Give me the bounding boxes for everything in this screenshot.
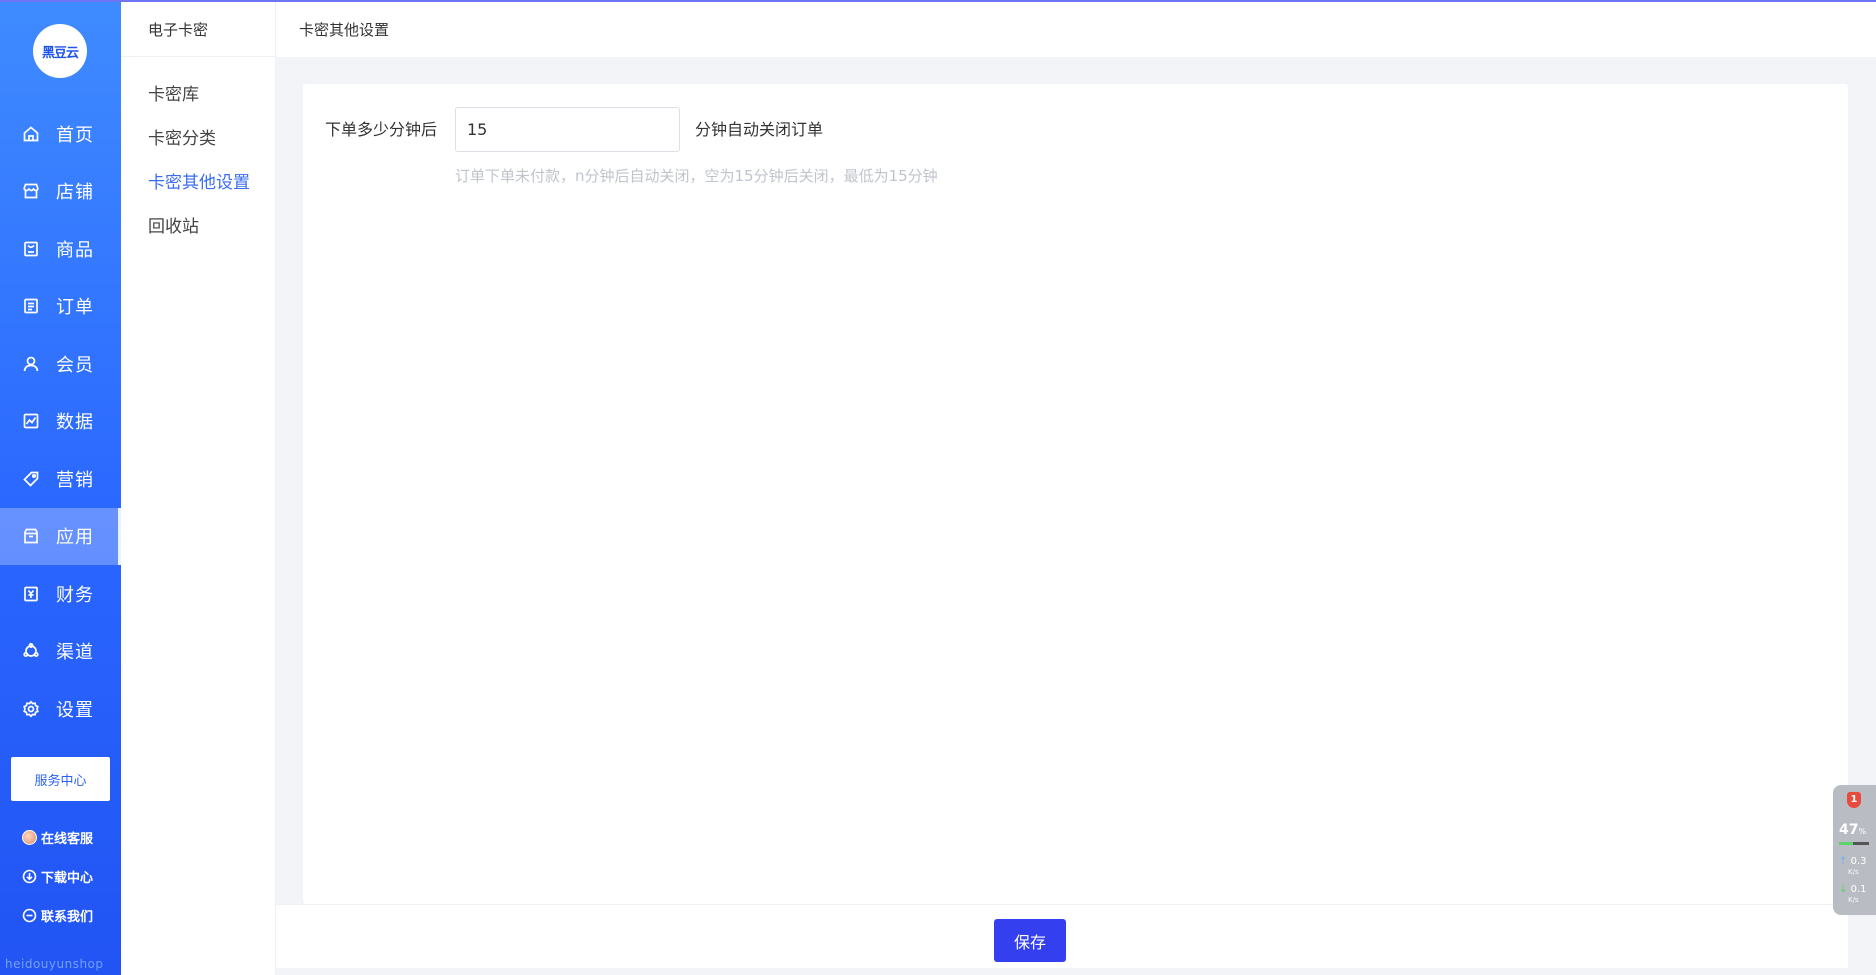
close-minutes-suffix: 分钟自动关闭订单: [695, 120, 824, 139]
nav-item-marketing[interactable]: 营销: [0, 450, 121, 508]
contact-us-link[interactable]: 联系我们: [0, 896, 121, 935]
nav-item-order[interactable]: 订单: [0, 278, 121, 336]
cpu-percent-value: 47: [1839, 822, 1859, 838]
secondary-sidebar: 电子卡密 卡密库 卡密分类 卡密其他设置 回收站: [121, 2, 276, 975]
contact-icon: [22, 908, 37, 923]
upload-arrow-icon: ↑: [1839, 856, 1848, 867]
nav-item-channel[interactable]: 渠道: [0, 623, 121, 681]
home-icon: [22, 125, 40, 143]
nav-item-store[interactable]: 店铺: [0, 163, 121, 221]
nav-label: 首页: [56, 124, 94, 146]
bottom-links: 在线客服 下载中心 联系我们: [0, 818, 121, 935]
close-minutes-hint: 订单下单未付款，n分钟后自动关闭，空为15分钟后关闭，最低为15分钟: [455, 167, 938, 185]
subnav-item-card-library[interactable]: 卡密库: [121, 70, 275, 114]
page-header: 卡密其他设置: [276, 2, 1876, 57]
cpu-bar-fill: [1839, 842, 1854, 845]
watermark: heidouyunshop: [5, 957, 104, 971]
gear-icon: [22, 700, 40, 718]
logo[interactable]: 黑豆云: [33, 24, 87, 78]
close-minutes-label: 下单多少分钟后: [325, 120, 438, 139]
logo-text: 黑豆云: [41, 45, 79, 61]
subnav-item-card-settings[interactable]: 卡密其他设置: [121, 158, 275, 202]
nav-item-home[interactable]: 首页: [0, 105, 121, 163]
system-monitor-widget[interactable]: 1 47% ↑ 0.3 K/s ↓ 0.1 K/s: [1833, 785, 1876, 915]
nav-label: 会员: [56, 354, 94, 376]
subnav-list: 卡密库 卡密分类 卡密其他设置 回收站: [121, 57, 275, 246]
upload-value: 0.3: [1850, 856, 1867, 867]
download-center-link[interactable]: 下载中心: [0, 857, 121, 896]
nav-label: 订单: [56, 297, 94, 319]
goods-icon: [22, 240, 40, 258]
settings-card: [303, 84, 1848, 904]
download-arrow-icon: ↓: [1839, 884, 1848, 895]
service-center-button[interactable]: 服务中心: [11, 757, 110, 801]
cpu-bar: [1839, 842, 1869, 845]
subnav-item-recycle-bin[interactable]: 回收站: [121, 202, 275, 246]
download-speed: ↓ 0.1 K/s: [1839, 885, 1866, 905]
upload-speed: ↑ 0.3 K/s: [1839, 857, 1866, 877]
nav-label: 店铺: [56, 182, 94, 204]
nav-item-data[interactable]: 数据: [0, 393, 121, 451]
finance-icon: [22, 585, 40, 603]
channel-icon: [22, 642, 40, 660]
subnav-title: 电子卡密: [121, 2, 275, 57]
nav-label: 应用: [56, 527, 94, 549]
nav-label: 商品: [56, 239, 94, 261]
nav-label: 营销: [56, 469, 94, 491]
store-icon: [22, 182, 40, 200]
download-center-label: 下载中心: [41, 871, 94, 886]
download-icon: [22, 869, 37, 884]
nav-label: 财务: [56, 584, 94, 606]
contact-us-label: 联系我们: [41, 910, 94, 925]
member-icon: [22, 355, 40, 373]
cpu-percent-unit: %: [1858, 827, 1867, 836]
page-title: 卡密其他设置: [299, 21, 390, 39]
nav-item-finance[interactable]: 财务: [0, 565, 121, 623]
download-unit: K/s: [1848, 896, 1859, 904]
shield-badge-icon: 1: [1847, 792, 1861, 808]
subnav-item-card-category[interactable]: 卡密分类: [121, 114, 275, 158]
nav-item-member[interactable]: 会员: [0, 335, 121, 393]
main-nav: 首页 店铺 商品 订单 会员 数据 营销 应用 财务 渠道 设置: [0, 105, 121, 738]
app-icon: [22, 527, 40, 545]
online-service-link[interactable]: 在线客服: [0, 818, 121, 857]
save-button[interactable]: 保存: [994, 919, 1066, 962]
nav-item-settings[interactable]: 设置: [0, 680, 121, 738]
tag-icon: [22, 470, 40, 488]
avatar-icon: [22, 830, 37, 845]
cpu-percent: 47%: [1839, 822, 1866, 838]
data-icon: [22, 412, 40, 430]
close-minutes-input[interactable]: [455, 107, 680, 152]
main-sidebar: 黑豆云 首页 店铺 商品 订单 会员 数据 营销 应用 财务 渠道 设置 服务中…: [0, 0, 121, 975]
top-accent-line: [0, 0, 1876, 2]
nav-label: 设置: [56, 699, 94, 721]
nav-item-app[interactable]: 应用: [0, 507, 121, 565]
order-icon: [22, 297, 40, 315]
download-value: 0.1: [1850, 884, 1867, 895]
nav-item-goods[interactable]: 商品: [0, 220, 121, 278]
nav-label: 数据: [56, 412, 94, 434]
nav-label: 渠道: [56, 642, 94, 664]
online-service-label: 在线客服: [41, 832, 94, 847]
upload-unit: K/s: [1848, 868, 1859, 876]
